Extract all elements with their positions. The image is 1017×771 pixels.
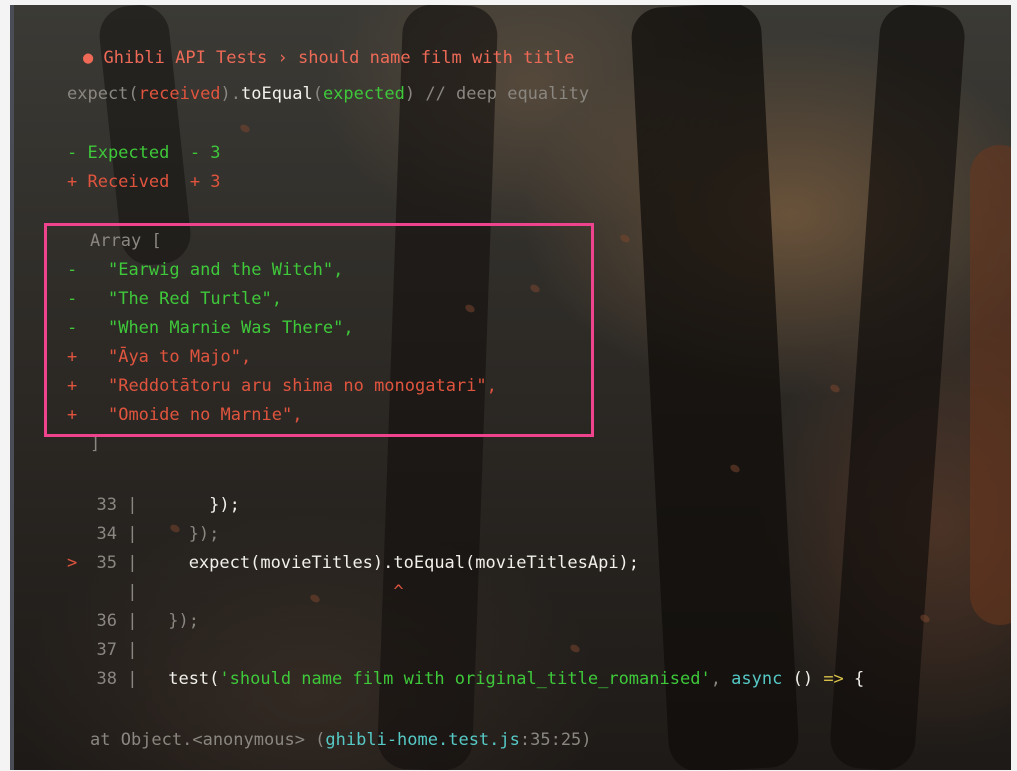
test-name: should name film with title [297,48,575,68]
code-frame-line: 33 | }); [67,493,240,517]
stack-prefix: at Object.<anonymous> ( [90,730,326,750]
code-frame-line: 34 | }); [67,522,220,546]
stack-trace-line: at Object.<anonymous> (ghibli-home.test.… [90,728,592,752]
code-text: }); [147,495,240,515]
assertion-received: received [138,84,221,104]
assertion-open: ( [312,84,323,104]
code-text: , [710,669,732,689]
code-text: test( [147,669,220,689]
test-failure-header: ● Ghibli API Tests › should name film wi… [42,22,574,68]
line-number: 33 [96,495,117,515]
gutter-bar: | [127,553,138,573]
gutter-bar: | [127,640,138,660]
code-frame-line: 38 | test('should name film with origina… [67,667,865,691]
current-line-marker: > [67,553,78,573]
gutter-bar: | [127,495,138,515]
stack-suffix: ) [581,730,592,750]
code-frame-line: | ^ [67,580,404,604]
line-number: 37 [96,640,117,660]
code-frame-line: 36 | }); [67,609,199,633]
assertion-matcher: toEqual [241,84,313,104]
code-arrow: => [823,669,844,689]
code-frame-line-current: >35 | expect(movieTitles).toEqual(movieT… [67,551,639,575]
code-keyword: async [731,669,783,689]
code-text: }); [147,611,199,631]
assertion-comment: // deep equality [425,84,590,104]
diff-highlight-box [44,223,594,437]
error-caret: ^ [147,582,404,602]
terminal-window: ● Ghibli API Tests › should name film wi… [10,5,1011,770]
line-number: 34 [96,524,117,544]
line-number: 35 [96,553,117,573]
gutter-bar: | [127,669,138,689]
received-summary: + Received + 3 [67,172,221,192]
code-text: expect(movieTitles).toEqual(movieTitlesA… [147,553,640,573]
stack-file-link[interactable]: ghibli-home.test.js [325,730,519,750]
assertion-close: ) [404,84,416,104]
assertion-middle: ). [220,84,242,104]
expected-summary: - Expected - 3 [67,143,221,163]
code-text: () [782,669,824,689]
line-number: 36 [96,611,117,631]
code-frame-line: 37 | [67,638,148,662]
stack-location: :35:25 [519,730,582,750]
code-text: }); [147,524,220,544]
gutter-bar: | [127,582,138,602]
assertion-line: expect(received).toEqual(expected) // de… [67,82,589,106]
suite-name: Ghibli API Tests [103,48,268,68]
gutter-bar: | [127,611,138,631]
assertion-expected: expected [322,84,405,104]
gutter-bar: | [127,524,138,544]
assertion-prefix: expect( [67,84,139,104]
failure-bullet-icon: ● [82,48,94,68]
line-number: 38 [96,669,117,689]
header-separator: › [277,48,288,68]
code-string: 'should name film with original_title_ro… [219,669,711,689]
code-text: { [843,669,865,689]
